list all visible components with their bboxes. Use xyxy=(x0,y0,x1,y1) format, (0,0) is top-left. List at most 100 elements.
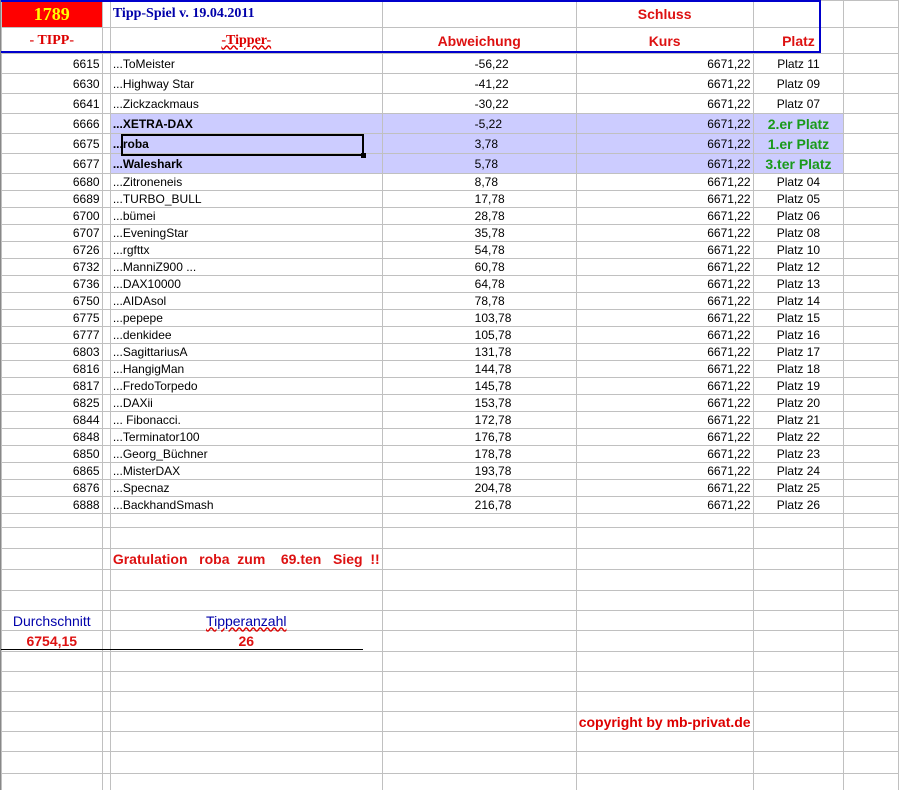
abweichung-cell[interactable]: 178,78 xyxy=(382,446,576,463)
cell[interactable] xyxy=(844,54,899,74)
cell[interactable] xyxy=(844,463,899,480)
platz-cell[interactable]: Platz 14 xyxy=(753,293,844,310)
kurs-cell[interactable]: 6671,22 xyxy=(576,344,753,361)
kurs-cell[interactable]: 6671,22 xyxy=(576,174,753,191)
tipp-cell[interactable]: 6865 xyxy=(2,463,103,480)
abweichung-cell[interactable]: 145,78 xyxy=(382,378,576,395)
tipp-cell[interactable]: 6736 xyxy=(2,276,103,293)
cell[interactable] xyxy=(2,591,103,611)
cell[interactable] xyxy=(576,591,753,611)
cell[interactable] xyxy=(753,752,844,774)
cell[interactable] xyxy=(102,154,110,174)
cell[interactable] xyxy=(844,310,899,327)
kurs-cell[interactable]: 6671,22 xyxy=(576,412,753,429)
cell[interactable] xyxy=(753,514,844,528)
abweichung-cell[interactable]: 153,78 xyxy=(382,395,576,412)
abweichung-cell[interactable]: 3,78 xyxy=(382,134,576,154)
cell[interactable] xyxy=(102,611,110,631)
cell[interactable] xyxy=(110,672,382,692)
cell[interactable] xyxy=(102,774,110,790)
tipper-cell[interactable]: ... Fibonacci. xyxy=(110,412,382,429)
cell[interactable] xyxy=(102,174,110,191)
cell[interactable] xyxy=(753,570,844,591)
abweichung-cell[interactable]: 60,78 xyxy=(382,259,576,276)
abweichung-cell[interactable]: -5,22 xyxy=(382,114,576,134)
cell[interactable] xyxy=(110,774,382,790)
tipper-cell[interactable]: ...FredoTorpedo xyxy=(110,378,382,395)
cell[interactable] xyxy=(102,225,110,242)
platz-cell[interactable]: Platz 26 xyxy=(753,497,844,514)
cell[interactable] xyxy=(102,672,110,692)
kurs-cell[interactable]: 6671,22 xyxy=(576,208,753,225)
cell[interactable] xyxy=(576,611,753,631)
tipper-cell[interactable]: ...Zitroneneis xyxy=(110,174,382,191)
kurs-cell[interactable]: 6671,22 xyxy=(576,54,753,74)
abweichung-cell[interactable]: 78,78 xyxy=(382,293,576,310)
cell[interactable] xyxy=(110,752,382,774)
abweichung-cell[interactable]: 5,78 xyxy=(382,154,576,174)
cell[interactable] xyxy=(576,752,753,774)
cell[interactable] xyxy=(844,570,899,591)
cell[interactable] xyxy=(102,549,110,570)
copyright-text[interactable]: copyright by mb-privat.de xyxy=(576,712,753,732)
tipp-cell[interactable]: 6630 xyxy=(2,74,103,94)
abweichung-cell[interactable]: 144,78 xyxy=(382,361,576,378)
platz-cell[interactable]: Platz 17 xyxy=(753,344,844,361)
abweichung-cell[interactable]: -41,22 xyxy=(382,74,576,94)
cell[interactable] xyxy=(102,692,110,712)
cell[interactable] xyxy=(110,591,382,611)
platz-cell[interactable]: 1.er Platz xyxy=(753,134,844,154)
cell[interactable] xyxy=(102,28,110,54)
cell[interactable] xyxy=(102,327,110,344)
tipper-cell[interactable]: ...Terminator100 xyxy=(110,429,382,446)
kurs-cell[interactable]: 6671,22 xyxy=(576,429,753,446)
tipp-cell[interactable]: 6707 xyxy=(2,225,103,242)
abweichung-cell[interactable]: 176,78 xyxy=(382,429,576,446)
abweichung-cell[interactable]: 105,78 xyxy=(382,327,576,344)
cell[interactable] xyxy=(844,446,899,463)
cell[interactable] xyxy=(753,712,844,732)
tipper-cell[interactable]: ...bümei xyxy=(110,208,382,225)
cell[interactable] xyxy=(844,293,899,310)
cell[interactable] xyxy=(102,463,110,480)
tipper-cell[interactable]: ...ManniZ900 ... xyxy=(110,259,382,276)
cell[interactable] xyxy=(576,672,753,692)
cell[interactable] xyxy=(382,692,576,712)
cell[interactable] xyxy=(753,732,844,752)
cell[interactable] xyxy=(110,570,382,591)
cell[interactable] xyxy=(102,378,110,395)
abweichung-header[interactable]: Abweichung xyxy=(382,28,576,54)
kurs-cell[interactable]: 6671,22 xyxy=(576,293,753,310)
cell[interactable] xyxy=(844,412,899,429)
cell[interactable] xyxy=(382,570,576,591)
cell[interactable] xyxy=(382,528,576,549)
cell[interactable] xyxy=(844,225,899,242)
platz-cell[interactable]: Platz 21 xyxy=(753,412,844,429)
cell[interactable] xyxy=(102,54,110,74)
platz-cell[interactable]: Platz 04 xyxy=(753,174,844,191)
platz-cell[interactable]: Platz 24 xyxy=(753,463,844,480)
platz-cell[interactable]: Platz 12 xyxy=(753,259,844,276)
cell[interactable] xyxy=(844,549,899,570)
tipp-cell[interactable]: 6677 xyxy=(2,154,103,174)
abweichung-cell[interactable]: 131,78 xyxy=(382,344,576,361)
platz-cell[interactable]: Platz 20 xyxy=(753,395,844,412)
tipp-cell[interactable]: 6803 xyxy=(2,344,103,361)
platz-cell[interactable]: Platz 07 xyxy=(753,94,844,114)
tipp-cell[interactable]: 6666 xyxy=(2,114,103,134)
tipp-cell[interactable]: 6817 xyxy=(2,378,103,395)
cell[interactable] xyxy=(844,28,899,54)
cell[interactable] xyxy=(844,74,899,94)
kurs-cell[interactable]: 6671,22 xyxy=(576,378,753,395)
kurs-cell[interactable]: 6671,22 xyxy=(576,327,753,344)
cell[interactable] xyxy=(844,528,899,549)
cell[interactable] xyxy=(102,395,110,412)
kurs-cell[interactable]: 6671,22 xyxy=(576,225,753,242)
tipp-cell[interactable]: 6726 xyxy=(2,242,103,259)
cell[interactable] xyxy=(102,446,110,463)
cell[interactable] xyxy=(576,514,753,528)
platz-cell[interactable]: 2.er Platz xyxy=(753,114,844,134)
abweichung-cell[interactable]: 172,78 xyxy=(382,412,576,429)
tipp-cell[interactable]: 6732 xyxy=(2,259,103,276)
cell[interactable] xyxy=(576,692,753,712)
